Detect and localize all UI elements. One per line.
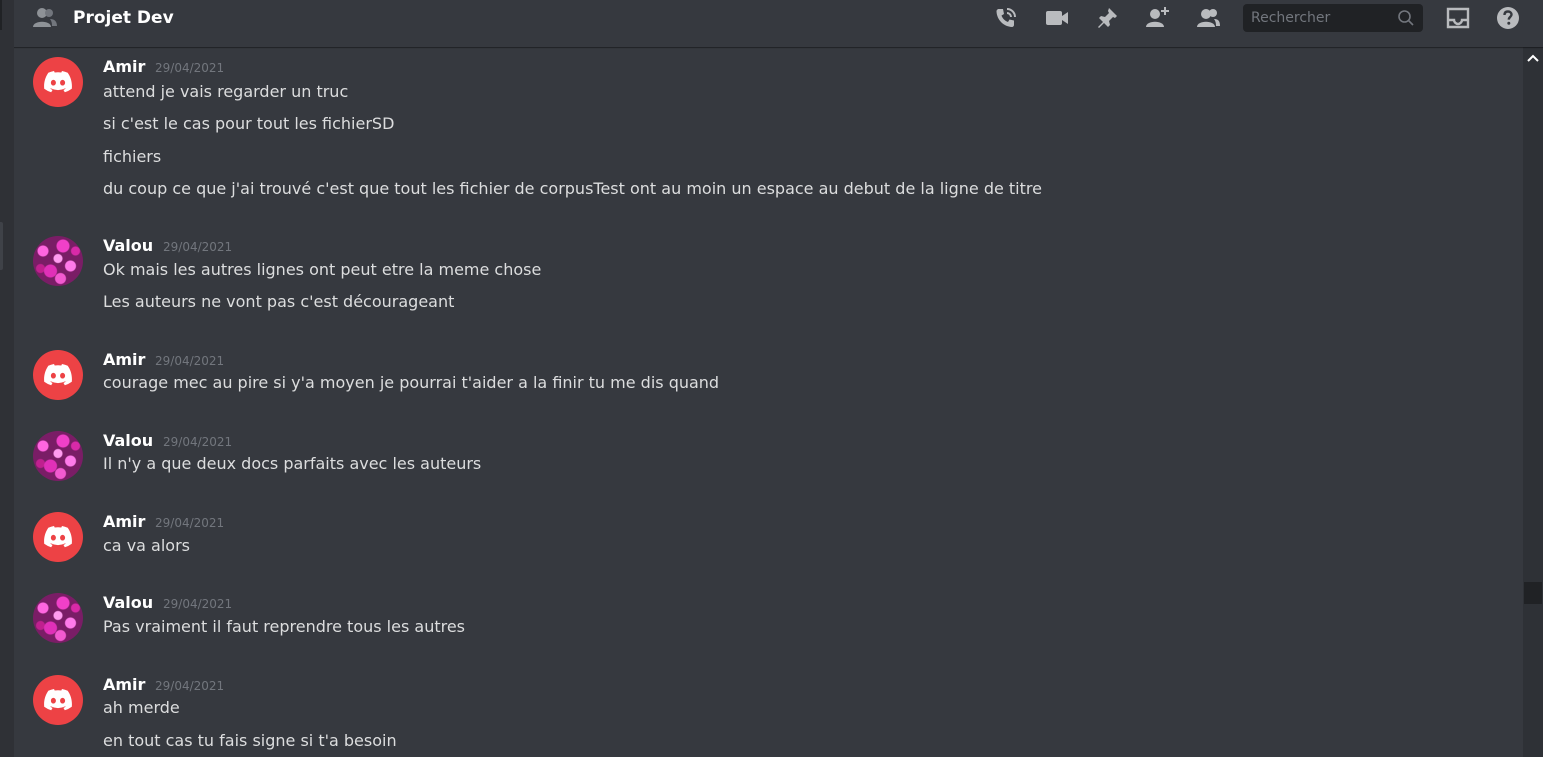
video-icon[interactable]: [1044, 6, 1070, 30]
timestamp: 29/04/2021: [163, 597, 233, 611]
group-dm-icon: [32, 5, 58, 31]
username[interactable]: Amir: [103, 674, 145, 696]
message-text: ah merde: [103, 698, 180, 717]
timestamp: 29/04/2021: [155, 61, 225, 75]
avatar[interactable]: [33, 593, 83, 643]
avatar[interactable]: [33, 350, 83, 400]
call-icon[interactable]: [993, 6, 1019, 30]
sidebar-divider: [0, 0, 2, 30]
scrollbar-thumb[interactable]: [1524, 582, 1542, 604]
avatar[interactable]: [33, 236, 83, 286]
timestamp: 29/04/2021: [163, 435, 233, 449]
message-scrollbar[interactable]: [1523, 47, 1543, 757]
message-text: du coup ce que j'ai trouvé c'est que tou…: [103, 179, 1042, 198]
username[interactable]: Valou: [103, 592, 153, 614]
avatar[interactable]: [33, 431, 83, 481]
avatar[interactable]: [33, 57, 83, 107]
message-text: si c'est le cas pour tout les fichierSD: [103, 114, 395, 133]
discord-logo-icon: [44, 364, 72, 386]
username[interactable]: Valou: [103, 430, 153, 452]
discord-logo-icon: [44, 526, 72, 548]
username[interactable]: Amir: [103, 511, 145, 533]
timestamp: 29/04/2021: [155, 354, 225, 368]
message-text: Il n'y a que deux docs parfaits avec les…: [103, 454, 482, 473]
message-text: Les auteurs ne vont pas c'est découragea…: [103, 292, 455, 311]
search-icon: [1397, 9, 1415, 27]
pin-icon[interactable]: [1095, 6, 1121, 30]
timestamp: 29/04/2021: [155, 516, 225, 530]
message-text: en tout cas tu fais signe si t'a besoin: [103, 731, 397, 750]
channel-title: Projet Dev: [73, 8, 174, 28]
timestamp: 29/04/2021: [155, 679, 225, 693]
help-icon[interactable]: [1495, 6, 1521, 30]
discord-logo-icon: [44, 689, 72, 711]
search-input[interactable]: [1243, 4, 1391, 32]
message-text: attend je vais regarder un truc: [103, 82, 349, 101]
sidebar-scroll-thumb[interactable]: [0, 222, 3, 270]
scrollbar-track[interactable]: [1523, 47, 1543, 757]
members-icon[interactable]: [1195, 6, 1221, 30]
message-text: ca va alors: [103, 536, 190, 555]
username[interactable]: Amir: [103, 349, 145, 371]
message-text: Ok mais les autres lignes ont peut etre …: [103, 260, 542, 279]
search-box[interactable]: [1243, 4, 1423, 32]
message-text: fichiers: [103, 147, 162, 166]
username[interactable]: Amir: [103, 56, 145, 78]
inbox-icon[interactable]: [1445, 6, 1471, 30]
avatar[interactable]: [33, 675, 83, 725]
channel-header: Projet Dev: [14, 0, 1543, 47]
message-list: Amir 29/04/2021 attend je vais regarder …: [14, 47, 1523, 757]
discord-logo-icon: [44, 71, 72, 93]
add-member-icon[interactable]: [1145, 6, 1171, 30]
timestamp: 29/04/2021: [163, 240, 233, 254]
scroll-up-icon[interactable]: [1526, 53, 1540, 63]
avatar[interactable]: [33, 512, 83, 562]
message-text: Pas vraiment il faut reprendre tous les …: [103, 617, 466, 636]
server-sidebar-edge: [0, 0, 14, 757]
username[interactable]: Valou: [103, 235, 153, 257]
message-text: courage mec au pire si y'a moyen je pour…: [103, 373, 720, 392]
